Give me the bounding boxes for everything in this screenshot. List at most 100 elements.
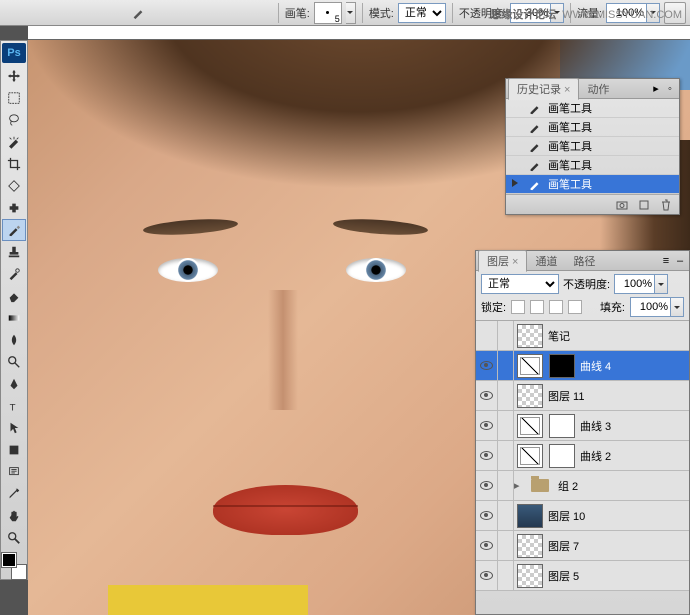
tab-channels[interactable]: 通道 [527, 251, 565, 271]
layer-thumb[interactable] [517, 534, 543, 558]
pen-tool[interactable] [2, 373, 26, 395]
layer-row[interactable]: 笔记 [476, 321, 689, 351]
layer-name[interactable]: 曲线 2 [578, 448, 689, 464]
crop-tool[interactable] [2, 153, 26, 175]
tab-layers[interactable]: 图层× [478, 250, 527, 272]
layer-name[interactable]: 组 2 [556, 478, 689, 494]
layer-row[interactable]: 图层 5 [476, 561, 689, 591]
visibility-toggle[interactable] [476, 471, 498, 500]
blur-tool[interactable] [2, 329, 26, 351]
layer-row[interactable]: ▸ 组 2 [476, 471, 689, 501]
tab-paths[interactable]: 路径 [565, 251, 603, 271]
layer-thumb[interactable] [517, 354, 543, 378]
brush-picker-arrow[interactable] [346, 2, 356, 24]
link-col[interactable] [498, 471, 514, 500]
history-row[interactable]: 画笔工具 [506, 175, 679, 194]
layer-name[interactable]: 曲线 4 [578, 358, 689, 374]
layer-mask-thumb[interactable] [549, 414, 575, 438]
wand-tool[interactable] [2, 131, 26, 153]
layer-opacity-input[interactable] [614, 274, 654, 294]
panel-close-icon[interactable]: ◦ [663, 83, 677, 95]
visibility-toggle[interactable] [476, 531, 498, 560]
link-col[interactable] [498, 381, 514, 410]
fill-arrow[interactable] [670, 297, 684, 317]
stamp-tool[interactable] [2, 241, 26, 263]
link-col[interactable] [498, 501, 514, 530]
link-col[interactable] [498, 561, 514, 590]
eyedropper-tool[interactable] [2, 483, 26, 505]
visibility-toggle[interactable] [476, 441, 498, 470]
hand-tool[interactable] [2, 505, 26, 527]
move-tool[interactable] [2, 65, 26, 87]
visibility-toggle[interactable] [476, 351, 498, 380]
eraser-tool[interactable] [2, 285, 26, 307]
link-col[interactable] [498, 531, 514, 560]
lock-transparency-icon[interactable] [511, 300, 525, 314]
path-select-tool[interactable] [2, 417, 26, 439]
brush-tool[interactable] [2, 219, 26, 241]
visibility-toggle[interactable] [476, 411, 498, 440]
lock-pixels-icon[interactable] [530, 300, 544, 314]
layer-blend-select[interactable]: 正常 [481, 274, 559, 294]
link-col[interactable] [498, 411, 514, 440]
lasso-tool[interactable] [2, 109, 26, 131]
layer-thumb[interactable] [517, 444, 543, 468]
layer-name[interactable]: 曲线 3 [578, 418, 689, 434]
shape-tool[interactable] [2, 439, 26, 461]
layer-name[interactable]: 笔记 [546, 328, 689, 344]
marquee-tool[interactable] [2, 87, 26, 109]
visibility-toggle[interactable] [476, 381, 498, 410]
layer-row[interactable]: 图层 11 [476, 381, 689, 411]
trash-icon[interactable] [659, 198, 673, 212]
type-tool[interactable]: T [2, 395, 26, 417]
tab-history[interactable]: 历史记录× [508, 78, 579, 100]
tab-actions[interactable]: 动作 [579, 79, 617, 99]
lock-all-icon[interactable] [568, 300, 582, 314]
visibility-toggle[interactable] [476, 321, 498, 350]
dodge-tool[interactable] [2, 351, 26, 373]
layer-thumb[interactable] [517, 414, 543, 438]
layer-name[interactable]: 图层 7 [546, 538, 689, 554]
layer-row[interactable]: 图层 10 [476, 501, 689, 531]
new-snapshot-icon[interactable] [615, 198, 629, 212]
history-brush-tool[interactable] [2, 263, 26, 285]
layer-thumb[interactable] [517, 384, 543, 408]
blend-mode-select[interactable]: 正常 [398, 3, 446, 23]
slice-tool[interactable] [2, 175, 26, 197]
layer-name[interactable]: 图层 10 [546, 508, 689, 524]
lock-position-icon[interactable] [549, 300, 563, 314]
history-row[interactable]: 画笔工具 [506, 156, 679, 175]
layer-row[interactable]: 曲线 4 [476, 351, 689, 381]
foreground-swatch[interactable] [2, 553, 16, 567]
layer-mask-thumb[interactable] [549, 354, 575, 378]
gradient-tool[interactable] [2, 307, 26, 329]
layer-row[interactable]: 曲线 2 [476, 441, 689, 471]
link-col[interactable] [498, 441, 514, 470]
fill-input[interactable] [630, 297, 670, 317]
visibility-toggle[interactable] [476, 501, 498, 530]
layer-thumb[interactable] [517, 504, 543, 528]
layer-mask-thumb[interactable] [549, 444, 575, 468]
new-doc-icon[interactable] [637, 198, 651, 212]
close-icon[interactable]: × [564, 84, 570, 96]
layer-thumb[interactable] [517, 324, 543, 348]
panel-minimize-icon[interactable]: – [673, 255, 687, 267]
color-swatches[interactable] [2, 553, 26, 579]
layer-thumb[interactable] [517, 564, 543, 588]
zoom-tool[interactable] [2, 527, 26, 549]
brush-preview[interactable]: 5 [314, 2, 342, 24]
panel-menu-icon[interactable]: ≡ [659, 255, 673, 267]
history-row[interactable]: 画笔工具 [506, 99, 679, 118]
close-icon[interactable]: × [512, 256, 518, 268]
link-col[interactable] [498, 321, 514, 350]
background-swatch[interactable] [12, 565, 26, 579]
panel-menu-icon[interactable]: ▸ [649, 82, 663, 95]
tool-preset-picker[interactable] [126, 2, 150, 24]
layer-name[interactable]: 图层 5 [546, 568, 689, 584]
layer-row[interactable]: 曲线 3 [476, 411, 689, 441]
history-row[interactable]: 画笔工具 [506, 137, 679, 156]
history-row[interactable]: 画笔工具 [506, 118, 679, 137]
layer-name[interactable]: 图层 11 [546, 388, 689, 404]
group-arrow-icon[interactable]: ▸ [514, 479, 524, 492]
visibility-toggle[interactable] [476, 561, 498, 590]
